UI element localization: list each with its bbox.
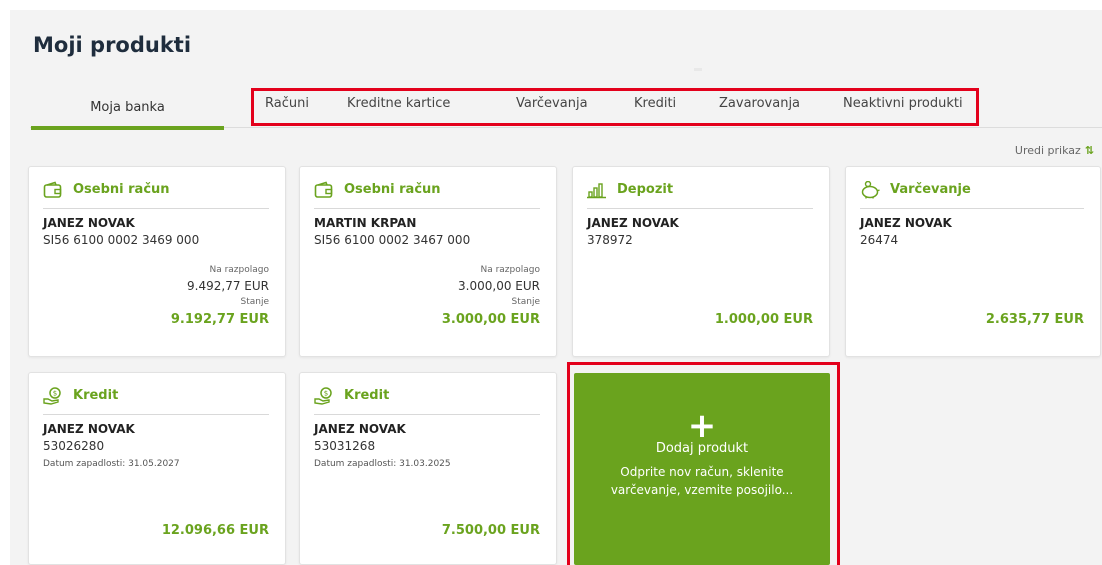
account-number: 378972	[587, 233, 633, 247]
edit-view-button[interactable]: Uredi prikaz ⇅	[1015, 144, 1094, 157]
account-number: SI56 6100 0002 3467 000	[314, 233, 471, 247]
account-owner: JANEZ NOVAK	[860, 216, 952, 230]
card-header: $ Kredit	[43, 387, 269, 415]
tab-neaktivni-produkti[interactable]: Neaktivni produkti	[843, 96, 963, 111]
due-date: Datum zapadlosti: 31.05.2027	[43, 459, 180, 469]
due-date: Datum zapadlosti: 31.03.2025	[314, 459, 451, 469]
account-owner: JANEZ NOVAK	[314, 422, 406, 436]
balance-label: Stanje	[511, 297, 541, 307]
product-card-kredit[interactable]: $ Kredit JANEZ NOVAK 53026280 Datum zapa…	[28, 372, 286, 565]
card-title: Kredit	[344, 388, 390, 403]
account-number: 53026280	[43, 439, 105, 453]
balance-amount: 7.500,00 EUR	[441, 523, 540, 538]
svg-text:$: $	[324, 390, 328, 398]
card-title: Varčevanje	[890, 182, 971, 197]
available-label: Na razpolago	[480, 265, 540, 275]
bar-chart-icon	[587, 183, 606, 199]
balance-amount: 9.192,77 EUR	[170, 312, 269, 327]
balance-amount: 3.000,00 EUR	[441, 312, 540, 327]
available-label: Na razpolago	[209, 265, 269, 275]
add-product-description: Odprite nov račun, sklenite varčevanje, …	[610, 465, 794, 497]
balance-amount: 12.096,66 EUR	[161, 523, 269, 538]
account-owner: JANEZ NOVAK	[587, 216, 679, 230]
add-product-title: Dodaj produkt	[655, 441, 749, 456]
available-amount: 9.492,77 EUR	[187, 279, 269, 293]
wallet-icon	[43, 181, 62, 198]
card-header: $ Kredit	[314, 387, 540, 415]
tab-bar: Moja banka Računi Kreditne kartice Varče…	[10, 88, 1102, 130]
edit-view-label: Uredi prikaz	[1014, 144, 1081, 157]
wallet-icon	[314, 181, 333, 198]
card-header: Osebni račun	[43, 181, 269, 209]
card-header: Depozit	[587, 181, 813, 209]
money-hand-icon: $	[314, 387, 332, 405]
card-title: Depozit	[617, 182, 674, 197]
tab-racuni[interactable]: Računi	[265, 96, 309, 111]
plus-icon: +	[687, 406, 717, 446]
balance-amount: 1.000,00 EUR	[714, 312, 813, 327]
account-number: SI56 6100 0002 3469 000	[43, 233, 200, 247]
product-card-osebni-racun[interactable]: Osebni račun JANEZ NOVAK SI56 6100 0002 …	[28, 166, 286, 357]
tab-zavarovanja[interactable]: Zavarovanja	[719, 96, 800, 111]
balance-amount: 2.635,77 EUR	[985, 312, 1084, 327]
balance-label: Stanje	[240, 297, 270, 307]
divider	[694, 68, 702, 71]
account-number: 26474	[860, 233, 899, 247]
card-title: Kredit	[73, 388, 119, 403]
tab-moja-banka[interactable]: Moja banka	[31, 88, 224, 130]
card-header: Varčevanje	[860, 181, 1084, 209]
svg-text:$: $	[53, 390, 57, 398]
account-owner: JANEZ NOVAK	[43, 422, 135, 436]
add-product-button[interactable]: + Dodaj produkt Odprite nov račun, sklen…	[574, 373, 830, 565]
card-header: Osebni račun	[314, 181, 540, 209]
page-title: Moji produkti	[33, 33, 192, 57]
account-owner: JANEZ NOVAK	[43, 216, 135, 230]
card-title: Osebni račun	[344, 182, 441, 197]
product-card-depozit[interactable]: Depozit JANEZ NOVAK 378972 1.000,00 EUR	[572, 166, 830, 357]
money-hand-icon: $	[43, 387, 61, 405]
product-card-kredit[interactable]: $ Kredit JANEZ NOVAK 53031268 Datum zapa…	[299, 372, 557, 565]
product-card-osebni-racun[interactable]: Osebni račun MARTIN KRPAN SI56 6100 0002…	[299, 166, 557, 357]
piggy-bank-icon	[861, 181, 880, 199]
tab-krediti[interactable]: Krediti	[634, 96, 676, 111]
available-amount: 3.000,00 EUR	[458, 279, 540, 293]
account-number: 53031268	[314, 439, 376, 453]
product-card-varcevanje[interactable]: Varčevanje JANEZ NOVAK 26474 2.635,77 EU…	[845, 166, 1101, 357]
tab-varcevanja[interactable]: Varčevanja	[516, 96, 588, 111]
card-title: Osebni račun	[73, 182, 170, 197]
tab-kreditne-kartice[interactable]: Kreditne kartice	[347, 96, 450, 111]
account-owner: MARTIN KRPAN	[314, 216, 417, 230]
sort-icon: ⇅	[1084, 144, 1094, 157]
